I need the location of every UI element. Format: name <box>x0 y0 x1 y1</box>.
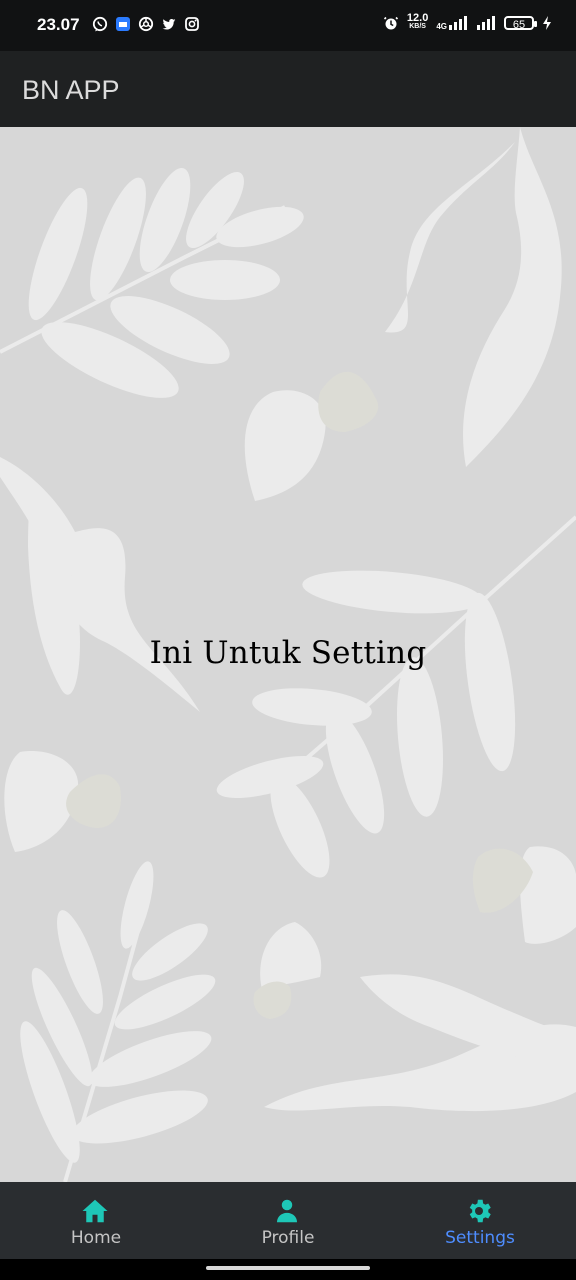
status-bar: 23.07 12.0 KB/S 4G 65 <box>0 0 576 51</box>
whatsapp-icon <box>92 16 108 32</box>
notification-icons <box>92 16 200 32</box>
gear-icon <box>469 1199 491 1223</box>
signal-icon-secondary <box>477 15 495 30</box>
messages-icon <box>116 17 130 31</box>
instagram-icon <box>185 17 199 31</box>
charging-icon <box>543 15 551 30</box>
alarm-icon <box>383 16 398 29</box>
network-speed-unit: KB/S <box>409 23 426 30</box>
nav-settings[interactable]: Settings <box>384 1182 576 1259</box>
signal-icon <box>449 15 467 30</box>
app-title: BN APP <box>22 75 120 105</box>
twitter-icon <box>162 18 176 30</box>
network-type: 4G <box>436 21 447 31</box>
settings-message: Ini Untuk Setting <box>149 635 427 671</box>
nav-profile-label: Profile <box>261 1228 315 1248</box>
bottom-navigation: Home Profile Settings <box>0 1182 576 1259</box>
system-status: 12.0 KB/S 4G 65 <box>383 13 552 31</box>
nav-profile[interactable]: Profile <box>192 1182 384 1259</box>
network-speed: 12.0 KB/S <box>407 13 428 31</box>
nav-settings-label: Settings <box>445 1228 515 1248</box>
person-icon <box>277 1199 297 1223</box>
nav-home[interactable]: Home <box>0 1182 192 1259</box>
app-bar: BN APP <box>0 51 576 127</box>
gesture-navigation-area <box>0 1259 576 1280</box>
home-icon <box>82 1199 108 1223</box>
chrome-icon <box>138 16 154 32</box>
status-time: 23.07 <box>37 15 80 34</box>
settings-content: Ini Untuk Setting <box>0 127 576 1182</box>
battery-level: 65 <box>512 18 526 31</box>
battery-indicator: 65 <box>504 15 537 31</box>
home-gesture-handle[interactable] <box>206 1266 370 1270</box>
nav-home-label: Home <box>70 1228 122 1248</box>
mobile-network: 4G <box>436 15 468 31</box>
